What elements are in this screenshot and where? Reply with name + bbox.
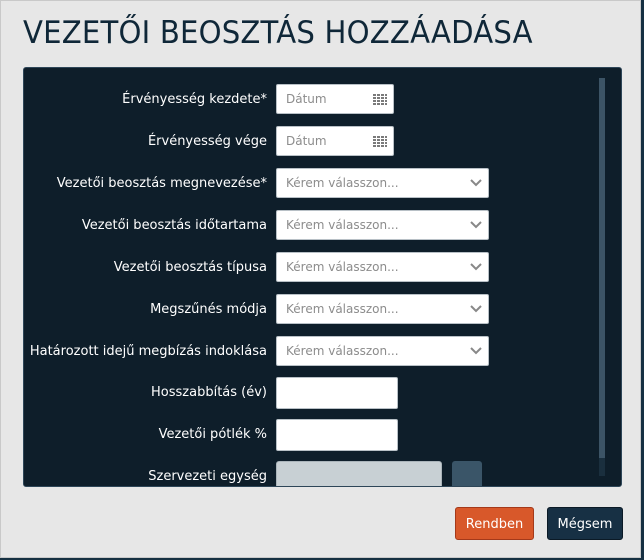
position-name-label: Vezetői beosztás megnevezése* bbox=[56, 176, 267, 191]
row-allowance-percent: Vezetői pótlék % bbox=[24, 419, 604, 451]
org-unit-field[interactable] bbox=[276, 461, 442, 486]
termination-method-value: Kérem válasszon... bbox=[286, 302, 399, 316]
row-start-date: Érvényesség kezdete* bbox=[24, 84, 604, 116]
allowance-percent-label: Vezetői pótlék % bbox=[158, 427, 267, 442]
row-position-type: Vezetői beosztás típusa Kérem válasszon.… bbox=[24, 252, 604, 284]
dialog-title: VEZETŐI BEOSZTÁS HOZZÁADÁSA bbox=[23, 15, 533, 51]
position-type-select[interactable]: Kérem válasszon... bbox=[276, 252, 489, 282]
start-date-label: Érvényesség kezdete* bbox=[122, 92, 267, 107]
fixed-term-reason-select[interactable]: Kérem válasszon... bbox=[276, 336, 489, 366]
position-duration-select[interactable]: Kérem válasszon... bbox=[276, 210, 489, 240]
termination-method-label: Megszűnés módja bbox=[150, 302, 267, 317]
row-position-name: Vezetői beosztás megnevezése* Kérem vála… bbox=[24, 168, 604, 200]
allowance-percent-input[interactable] bbox=[277, 420, 397, 450]
extension-years-input[interactable] bbox=[277, 378, 397, 408]
chevron-down-icon bbox=[470, 305, 482, 313]
position-name-select[interactable]: Kérem válasszon... bbox=[276, 168, 489, 198]
fixed-term-reason-label: Határozott idejű megbízás indoklása bbox=[29, 344, 267, 359]
chevron-down-icon bbox=[470, 179, 482, 187]
add-position-dialog: VEZETŐI BEOSZTÁS HOZZÁADÁSA Érvényesség … bbox=[0, 0, 641, 558]
cancel-button[interactable]: Mégsem bbox=[547, 507, 623, 540]
extension-years-field[interactable] bbox=[276, 377, 398, 409]
row-fixed-term-reason: Határozott idejű megbízás indoklása Kére… bbox=[24, 336, 604, 368]
extension-years-label: Hosszabbítás (év) bbox=[151, 385, 267, 400]
end-date-input[interactable] bbox=[277, 127, 376, 155]
start-date-field[interactable] bbox=[276, 84, 394, 114]
termination-method-select[interactable]: Kérem válasszon... bbox=[276, 294, 489, 324]
position-type-value: Kérem válasszon... bbox=[286, 260, 399, 274]
calendar-icon[interactable] bbox=[373, 94, 387, 105]
end-date-label: Érvényesség vége bbox=[147, 134, 267, 149]
start-date-input[interactable] bbox=[277, 85, 376, 113]
chevron-down-icon bbox=[470, 347, 482, 355]
org-unit-button[interactable] bbox=[452, 461, 482, 486]
form-panel: Érvényesség kezdete* Érvényesség vége bbox=[23, 67, 622, 487]
org-unit-label: Szervezeti egység bbox=[148, 469, 267, 484]
position-type-label: Vezetői beosztás típusa bbox=[113, 260, 267, 275]
chevron-down-icon bbox=[470, 221, 482, 229]
chevron-down-icon bbox=[470, 263, 482, 271]
row-position-duration: Vezetői beosztás időtartama Kérem válass… bbox=[24, 210, 604, 242]
end-date-field[interactable] bbox=[276, 126, 394, 156]
position-duration-value: Kérem válasszon... bbox=[286, 218, 399, 232]
calendar-icon[interactable] bbox=[373, 136, 387, 147]
row-termination-method: Megszűnés módja Kérem válasszon... bbox=[24, 294, 604, 326]
allowance-percent-field[interactable] bbox=[276, 419, 398, 451]
row-extension-years: Hosszabbítás (év) bbox=[24, 377, 604, 409]
fixed-term-reason-value: Kérem válasszon... bbox=[286, 344, 399, 358]
position-duration-label: Vezetői beosztás időtartama bbox=[81, 218, 267, 233]
ok-button[interactable]: Rendben bbox=[455, 507, 534, 540]
row-org-unit: Szervezeti egység bbox=[24, 461, 604, 486]
row-end-date: Érvényesség vége bbox=[24, 126, 604, 158]
position-name-value: Kérem válasszon... bbox=[286, 176, 399, 190]
